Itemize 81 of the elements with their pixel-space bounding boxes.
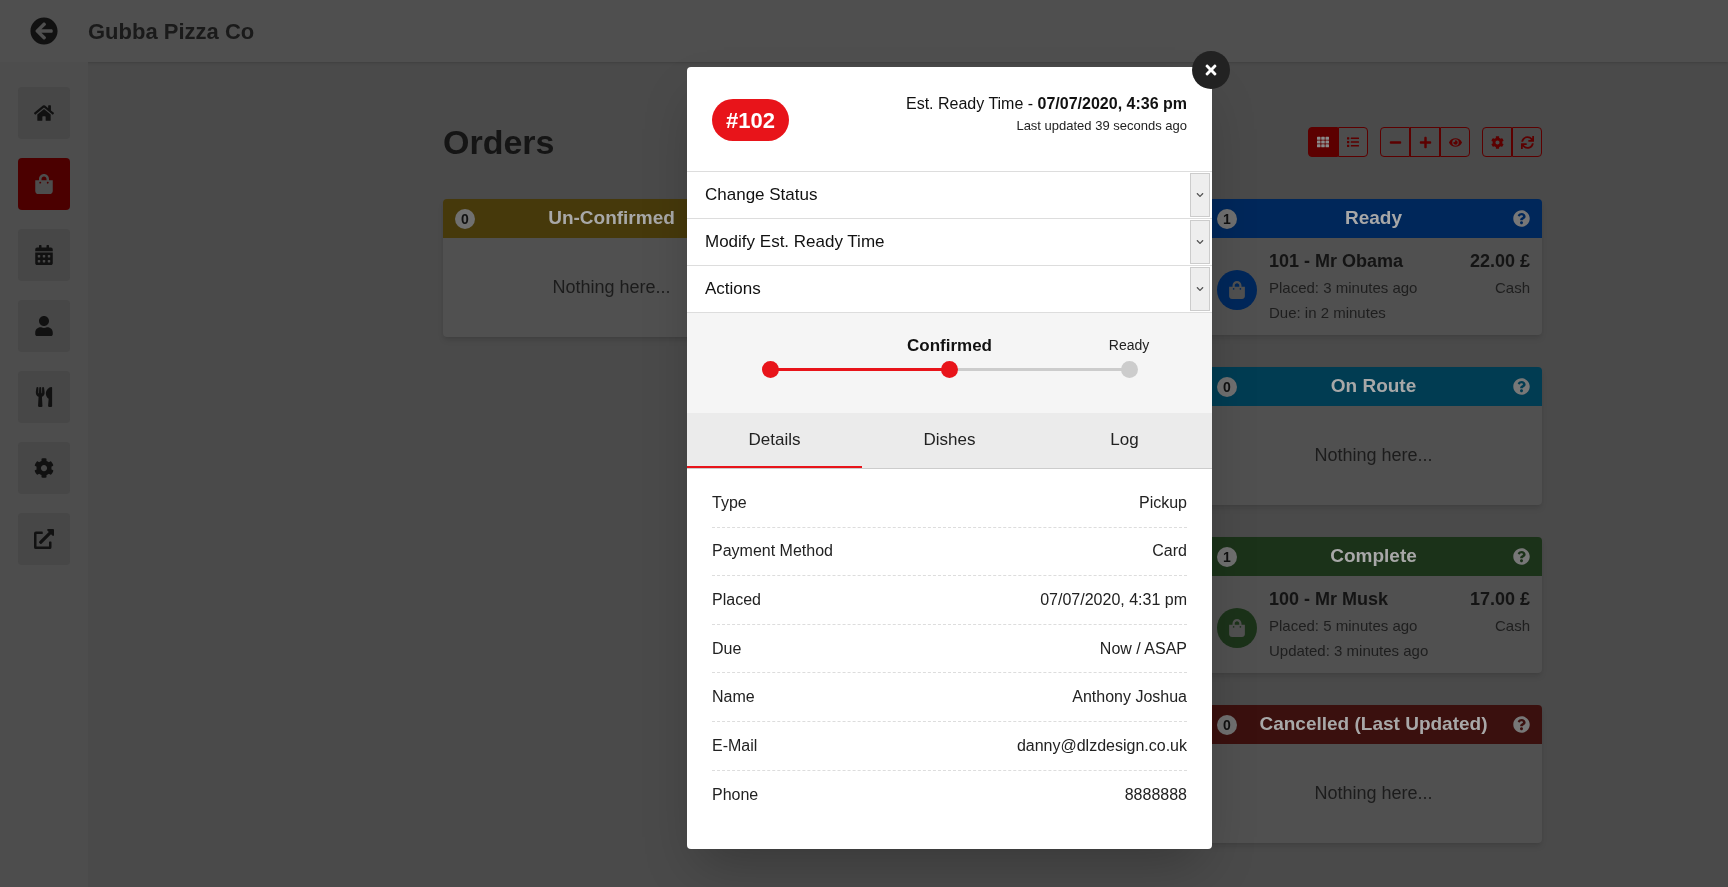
chevron-icon <box>1196 191 1204 199</box>
detail-value: 8888888 <box>1124 784 1187 805</box>
shopping-bag-icon <box>1228 281 1246 299</box>
chevron-icon <box>1196 238 1204 246</box>
detail-label: E-Mail <box>712 735 758 756</box>
detail-value: danny@dlzdesign.co.uk <box>1016 735 1187 756</box>
card-title: Un-Confirmed <box>548 206 675 231</box>
calendar-icon <box>34 245 54 265</box>
sidebar-button[interactable] <box>18 158 70 210</box>
detail-value: Card <box>1152 541 1187 562</box>
back-icon[interactable] <box>30 17 58 45</box>
card-title: Ready <box>1345 206 1402 231</box>
sidebar-button[interactable] <box>18 229 70 281</box>
settings-button[interactable] <box>1482 127 1512 157</box>
fork-knife-icon <box>34 387 54 407</box>
settings-icon <box>34 458 54 478</box>
detail-label: Name <box>712 687 755 708</box>
count-badge: 0 <box>455 209 475 229</box>
eye-icon <box>1448 135 1462 149</box>
detail-label: Placed <box>712 590 761 610</box>
expand-button[interactable] <box>1190 267 1210 311</box>
detail-label: Due <box>712 638 742 659</box>
help-icon[interactable] <box>1513 716 1530 733</box>
count-badge: 1 <box>1217 547 1237 567</box>
expand-button[interactable] <box>1190 173 1210 217</box>
sidebar-button[interactable] <box>18 442 70 494</box>
count-badge: 0 <box>1217 377 1237 397</box>
user-icon <box>34 316 54 336</box>
zoom-out-button[interactable] <box>1380 127 1410 157</box>
home-icon <box>34 103 54 123</box>
card-title: Cancelled (Last Updated) <box>1259 712 1488 737</box>
card-title: Complete <box>1330 544 1417 569</box>
accordion-label: Change Status <box>705 184 819 207</box>
detail-label: Payment Method <box>712 541 833 562</box>
grid-icon <box>1317 136 1329 148</box>
close-button[interactable] <box>1192 51 1230 89</box>
step-label: Ready <box>1108 336 1150 355</box>
help-icon[interactable] <box>1513 378 1530 395</box>
detail-label: Type <box>712 492 747 513</box>
help-icon[interactable] <box>1513 210 1530 227</box>
sidebar-button[interactable] <box>18 513 70 565</box>
accordion-row[interactable]: Change Status <box>687 172 1212 219</box>
order-amount: 22.00 £ <box>1469 250 1530 273</box>
view-button[interactable] <box>1440 127 1470 157</box>
accordion-label: Actions <box>705 278 762 301</box>
last-updated-text: Last updated 39 seconds ago <box>1016 117 1187 135</box>
shopping-bag-icon <box>34 174 54 194</box>
sidebar-button[interactable] <box>18 300 70 352</box>
close-icon <box>1203 62 1219 78</box>
tab[interactable]: Details <box>687 413 862 468</box>
settings-icon <box>1490 135 1504 149</box>
step-label: Confirmed <box>907 335 992 357</box>
tab[interactable]: Dishes <box>862 413 1037 468</box>
shopping-bag-icon <box>1228 619 1246 637</box>
detail-value: 07/07/2020, 4:31 pm <box>1040 590 1187 610</box>
view-toggle-button[interactable] <box>1338 127 1368 157</box>
detail-label: Phone <box>712 784 759 805</box>
external-link-icon <box>34 529 54 549</box>
detail-value: Now / ASAP <box>1099 638 1187 659</box>
card-title: On Route <box>1330 374 1417 399</box>
refresh-button[interactable] <box>1512 127 1542 157</box>
sidebar-button[interactable] <box>18 87 70 139</box>
detail-value: Anthony Joshua <box>1072 687 1187 708</box>
view-toggle-button[interactable] <box>1308 127 1338 157</box>
list-icon <box>1347 136 1359 148</box>
order-number-badge: #102 <box>712 99 789 141</box>
help-icon[interactable] <box>1513 548 1530 565</box>
tab[interactable]: Log <box>1037 413 1212 468</box>
count-badge: 1 <box>1217 209 1237 229</box>
plus-icon <box>1418 135 1432 149</box>
sidebar-button[interactable] <box>18 371 70 423</box>
chevron-icon <box>1196 285 1204 293</box>
order-amount: 17.00 £ <box>1469 588 1530 611</box>
zoom-in-button[interactable] <box>1410 127 1440 157</box>
est-ready-time: Est. Ready Time - 07/07/2020, 4:36 pm <box>905 94 1187 114</box>
accordion-label: Modify Est. Ready Time <box>705 231 886 254</box>
accordion-row[interactable]: Modify Est. Ready Time <box>687 219 1212 266</box>
refresh-icon <box>1520 135 1534 149</box>
expand-button[interactable] <box>1190 220 1210 264</box>
detail-value: Pickup <box>1138 492 1187 513</box>
count-badge: 0 <box>1217 715 1237 735</box>
